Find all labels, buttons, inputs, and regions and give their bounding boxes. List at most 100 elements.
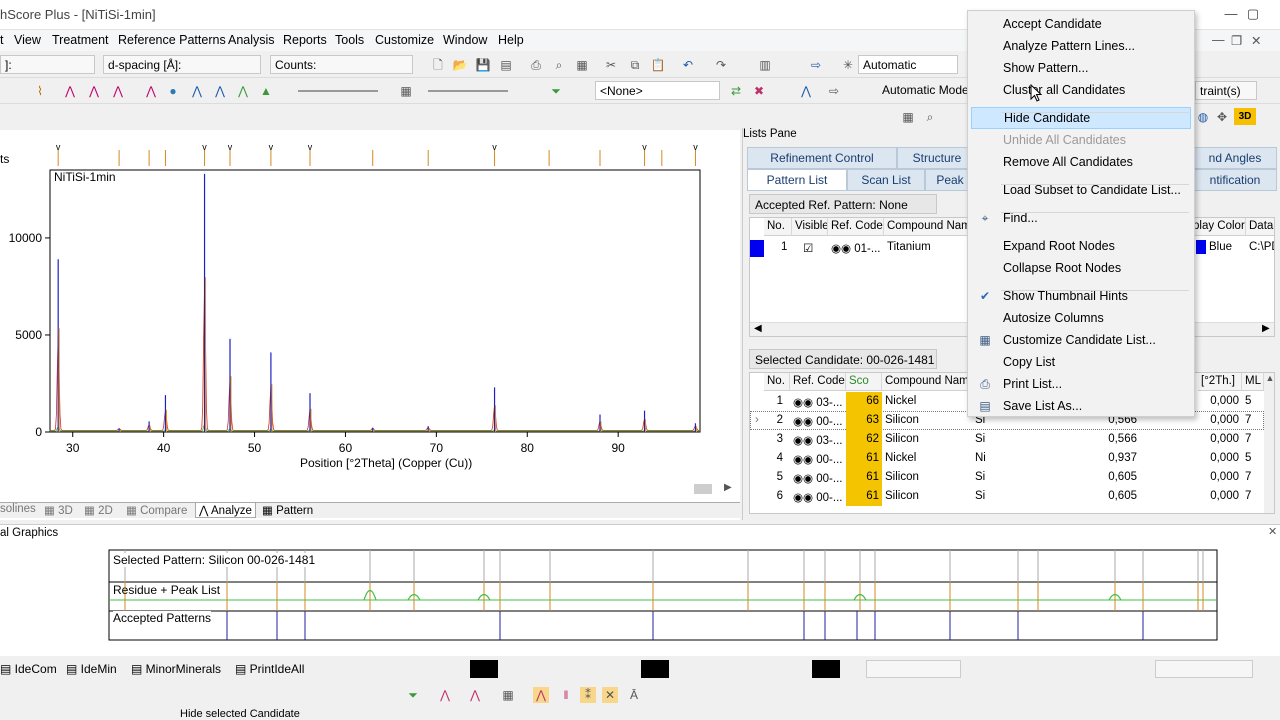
arrow-right-icon[interactable]: ⇨ — [808, 57, 824, 73]
lines-icon[interactable]: ‖ — [558, 687, 574, 703]
menu-item-collapse-root-nodes[interactable]: Collapse Root Nodes — [971, 257, 1191, 279]
chart-icon[interactable]: ⌇ — [32, 83, 48, 99]
col-no[interactable]: No. — [764, 218, 792, 236]
visible-checkbox[interactable]: ☑ — [800, 238, 816, 257]
menu-window[interactable]: Window — [443, 33, 487, 47]
menu-view[interactable]: View — [14, 33, 41, 47]
counts-field[interactable]: Counts: — [270, 55, 413, 74]
menu-item-expand-root-nodes[interactable]: Expand Root Nodes — [971, 235, 1191, 257]
dropdown-empty-2[interactable] — [1155, 660, 1253, 678]
lines3-icon[interactable]: ✕ — [602, 687, 618, 703]
new-icon[interactable]: 🗋 — [430, 57, 446, 73]
menu-item[interactable]: t — [0, 33, 3, 47]
menu-item-autosize-columns[interactable]: Autosize Columns — [971, 307, 1191, 329]
peak2-icon[interactable]: ⋀ — [86, 83, 102, 99]
redo-icon[interactable]: ↷ — [713, 57, 729, 73]
peak4-icon[interactable]: ⋀ — [143, 83, 159, 99]
table-row[interactable]: 5 ◉◉ 00-... 61 Silicon Si 0,605 0,000 7 — [750, 468, 1264, 487]
bar-icon[interactable]: ▦ — [500, 687, 516, 703]
tab-analyze[interactable]: ⋀ Analyze — [195, 503, 256, 518]
save-icon[interactable]: 💾 — [475, 57, 491, 73]
zoom-icon[interactable]: ⌕ — [922, 109, 938, 125]
fit-icon[interactable]: ⋀ — [189, 83, 205, 99]
tab-isolines[interactable]: solines — [0, 503, 36, 515]
color-picker-2[interactable] — [641, 660, 669, 678]
tab-scan-list[interactable]: Scan List — [847, 169, 925, 191]
col-ref-code[interactable]: Ref. Code — [828, 218, 884, 236]
pattern-chart[interactable]: v v v v v v v v 10000 5000 0 30 40 50 60 70 80 90 — [0, 130, 740, 490]
menu-help[interactable]: Help — [498, 33, 524, 47]
fit4-icon[interactable]: ▲ — [258, 83, 274, 99]
view-3d-button[interactable]: 3D — [1234, 108, 1256, 125]
fit3-icon[interactable]: ⋀ — [235, 83, 251, 99]
mode-select[interactable]: Automatic — [858, 55, 958, 74]
col-visible[interactable]: Visible — [792, 218, 828, 236]
macro-minorminerals[interactable]: ▤ MinorMinerals — [131, 662, 221, 676]
table-row[interactable]: 4 ◉◉ 00-... 61 Nickel Ni 0,937 0,000 5 — [750, 449, 1264, 468]
save-as-icon[interactable]: ▤ — [498, 57, 514, 73]
book-icon[interactable]: ▥ — [757, 57, 773, 73]
undo-icon[interactable]: ↶ — [680, 57, 696, 73]
tab-pattern-list[interactable]: Pattern List — [747, 169, 847, 191]
menu-reference-patterns[interactable]: Reference Patterns — [118, 33, 226, 47]
tab-pattern[interactable]: ▦ Pattern — [262, 503, 313, 517]
col-datafile[interactable]: Datal — [1246, 218, 1274, 236]
print-preview-icon[interactable]: ⌕ — [551, 57, 567, 73]
peak3-icon[interactable]: ⋀ — [110, 83, 126, 99]
grid-icon[interactable]: ▦ — [900, 109, 916, 125]
macro-idecom[interactable]: ▤ IdeCom — [0, 662, 57, 676]
copy-icon[interactable]: ⧉ — [627, 57, 643, 73]
maximize-icon[interactable]: ▢ — [1242, 4, 1264, 24]
sphere-icon[interactable]: ● — [165, 83, 181, 99]
minimize-icon[interactable]: — — [1220, 4, 1242, 24]
filter2-icon[interactable]: ⏷ — [405, 687, 421, 703]
move-icon[interactable]: ✥ — [1214, 109, 1230, 125]
horizontal-scrollbar[interactable]: ▶ — [0, 482, 740, 496]
menu-treatment[interactable]: Treatment — [52, 33, 109, 47]
position-field[interactable]: ]: — [0, 55, 95, 74]
print-icon[interactable]: ⎙ — [528, 57, 544, 73]
cand-col-shift[interactable]: [°2Th.] — [1198, 373, 1242, 391]
peak-list-icon[interactable]: ▦ — [398, 83, 414, 99]
tab-compare[interactable]: ▦ Compare — [126, 503, 187, 517]
menu-item-copy-list[interactable]: Copy List — [971, 351, 1191, 373]
constraints-button[interactable]: traint(s) — [1195, 81, 1257, 100]
menu-item-show-thumbnail-hints[interactable]: Show Thumbnail Hints ✔ — [971, 285, 1191, 307]
close-pane-icon[interactable]: ✕ — [1268, 525, 1277, 538]
table-row[interactable]: 6 ◉◉ 00-... 61 Silicon Si 0,605 0,000 7 — [750, 487, 1264, 506]
slider-2[interactable] — [428, 90, 508, 92]
accept-icon[interactable]: ⇄ — [728, 83, 744, 99]
menu-item-hide-candidate[interactable]: Hide Candidate — [971, 107, 1191, 129]
filter-icon[interactable]: ⏷ — [548, 83, 564, 99]
tab-structure[interactable]: Structure — [897, 147, 977, 169]
wand-icon[interactable]: ✳ — [840, 57, 856, 73]
menu-item-remove-all-candidates[interactable]: Remove All Candidates — [971, 151, 1191, 173]
menu-analysis[interactable]: Analysis — [228, 33, 275, 47]
color-picker-1[interactable] — [470, 660, 498, 678]
macro-printideall[interactable]: ▤ PrintIdeAll — [235, 662, 304, 676]
fit2-icon[interactable]: ⋀ — [212, 83, 228, 99]
slider-1[interactable] — [298, 90, 378, 92]
macro-idemin[interactable]: ▤ IdeMin — [66, 662, 117, 676]
lines4-icon[interactable]: Ā — [626, 687, 642, 703]
globe-icon[interactable]: ◍ — [1195, 109, 1211, 125]
tab-refinement-control[interactable]: Refinement Control — [747, 147, 897, 169]
menu-item-show-pattern[interactable]: Show Pattern... — [971, 57, 1191, 79]
highlight-icon[interactable]: ⋀ — [533, 687, 549, 703]
export-icon[interactable]: ▦ — [574, 57, 590, 73]
peak-search-icon[interactable]: ⋀ — [437, 687, 453, 703]
menu-item-load-subset-to-candidate-list[interactable]: Load Subset to Candidate List... — [971, 179, 1191, 201]
cand-col-no[interactable]: No. — [764, 373, 790, 391]
tab-angles[interactable]: nd Angles — [1193, 147, 1277, 169]
auto-icon[interactable]: ⇨ — [826, 83, 842, 99]
col-compound-name[interactable]: Compound Name — [884, 218, 974, 236]
tab-3d[interactable]: ▦ 3D — [44, 503, 73, 517]
open-icon[interactable]: 📂 — [452, 57, 468, 73]
cand-col-ref-code[interactable]: Ref. Code — [790, 373, 846, 391]
dspacing-field[interactable]: d-spacing [Å]: — [103, 55, 261, 74]
tab-identification[interactable]: ntification — [1193, 169, 1277, 191]
candidate-vscroll[interactable]: ▲ — [1264, 373, 1274, 513]
menu-reports[interactable]: Reports — [283, 33, 327, 47]
color-picker-3[interactable] — [812, 660, 840, 678]
lines2-icon[interactable]: ⁑ — [580, 687, 596, 703]
